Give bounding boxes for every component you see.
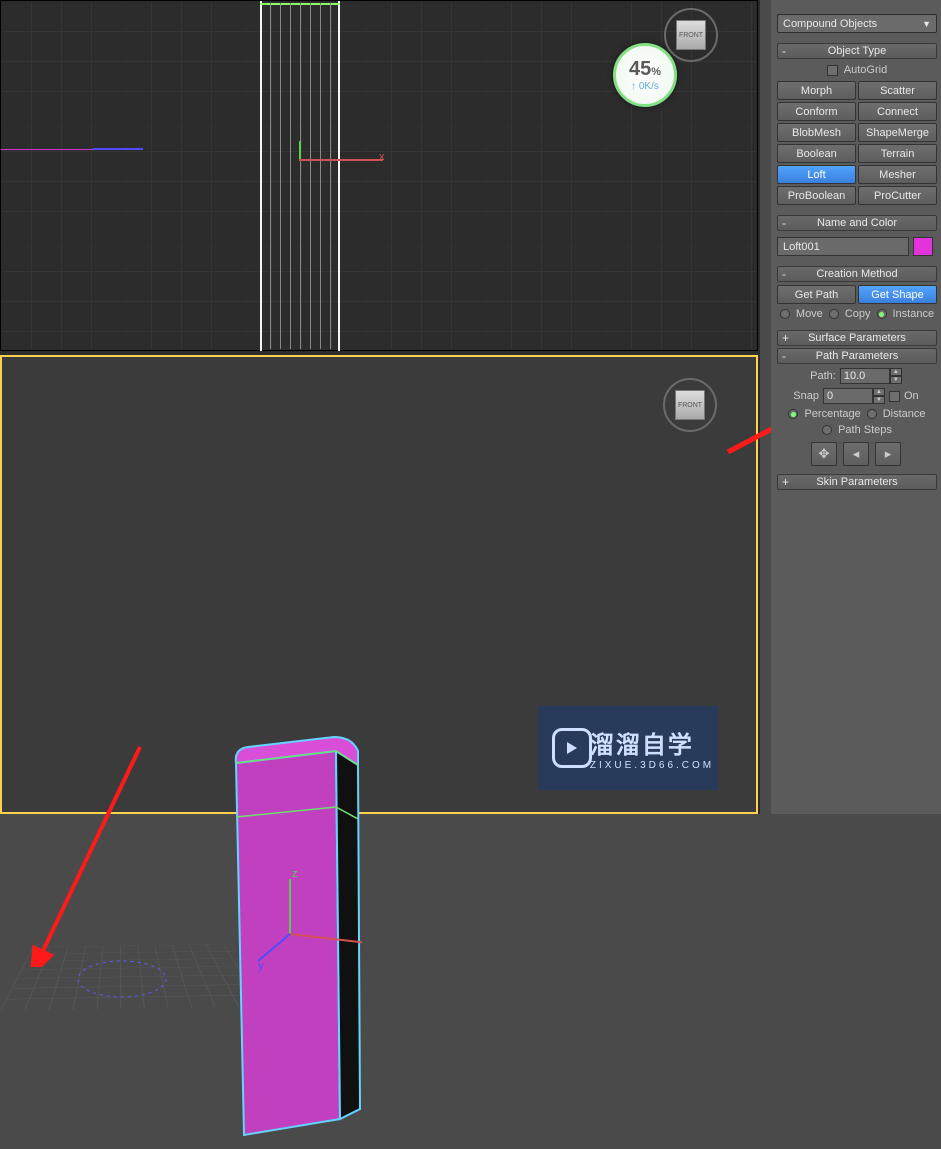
pick-shape-icon[interactable]: ✥ <box>811 442 837 466</box>
dropdown-value: Compound Objects <box>783 18 877 30</box>
play-icon <box>552 728 592 768</box>
procutter-button[interactable]: ProCutter <box>858 186 937 205</box>
copy-label: Copy <box>845 308 871 320</box>
move-label: Move <box>796 308 823 320</box>
path-steps-radio[interactable] <box>822 425 832 435</box>
mesher-button[interactable]: Mesher <box>858 165 937 184</box>
autogrid-label: AutoGrid <box>844 64 887 76</box>
command-panel: Compound Objects ▼ - Object Type AutoGri… <box>771 0 941 814</box>
collapse-icon: - <box>782 216 786 230</box>
annotation-arrow-1 <box>30 737 150 967</box>
path-value-input[interactable] <box>840 368 890 384</box>
get-path-button[interactable]: Get Path <box>777 285 856 304</box>
autogrid-checkbox[interactable] <box>827 65 838 76</box>
viewcube-persp[interactable]: FRONT <box>660 375 720 435</box>
proboolean-button[interactable]: ProBoolean <box>777 186 856 205</box>
prev-shape-icon[interactable]: ◂ <box>843 442 869 466</box>
svg-text:y: y <box>258 960 264 972</box>
object-name-input[interactable] <box>777 237 909 256</box>
object-color-swatch[interactable] <box>913 237 933 256</box>
rollout-creation-method[interactable]: - Creation Method <box>777 266 937 282</box>
viewport-area: x FRONT 45% ↑ 0K/s <box>0 0 760 814</box>
loft-button[interactable]: Loft <box>777 165 856 184</box>
morph-button[interactable]: Morph <box>777 81 856 100</box>
copy-radio[interactable] <box>829 309 839 319</box>
on-label: On <box>904 390 919 402</box>
loft-profile-top <box>260 1 340 351</box>
connect-button[interactable]: Connect <box>858 102 937 121</box>
star-shape <box>62 949 182 1009</box>
collapse-icon: - <box>782 267 786 281</box>
rollout-skin-params[interactable]: + Skin Parameters <box>777 474 937 490</box>
expand-icon: + <box>782 331 789 345</box>
blobmesh-button[interactable]: BlobMesh <box>777 123 856 142</box>
viewport-perspective[interactable]: x z y FRONT 溜溜自学 ZIXUE.3D66.COM <box>0 355 758 814</box>
snap-spinner-arrows[interactable]: ▲▼ <box>873 388 885 404</box>
rollout-surface-params[interactable]: + Surface Parameters <box>777 330 937 346</box>
object-type-buttons: MorphScatterConformConnectBlobMeshShapeM… <box>777 81 937 205</box>
path-label: Path: <box>810 370 836 382</box>
viewport-front[interactable]: x FRONT 45% ↑ 0K/s <box>0 0 758 351</box>
move-radio[interactable] <box>780 309 790 319</box>
chevron-down-icon: ▼ <box>922 19 931 29</box>
next-shape-icon[interactable]: ▸ <box>875 442 901 466</box>
collapse-icon: - <box>782 44 786 58</box>
viewcube-label: FRONT <box>679 32 703 39</box>
shapemerge-button[interactable]: ShapeMerge <box>858 123 937 142</box>
path-steps-label: Path Steps <box>838 424 892 436</box>
distance-label: Distance <box>883 408 926 420</box>
expand-icon: + <box>782 475 789 489</box>
loft-object[interactable]: x z y <box>228 729 362 1149</box>
percentage-label: Percentage <box>804 408 860 420</box>
rollout-title: Path Parameters <box>816 350 899 362</box>
snap-on-checkbox[interactable] <box>889 391 900 402</box>
distance-radio[interactable] <box>867 409 877 419</box>
rollout-title: Surface Parameters <box>808 332 906 344</box>
instance-label: Instance <box>893 308 935 320</box>
percentage-radio[interactable] <box>788 409 798 419</box>
watermark-title: 溜溜自学 <box>590 725 714 760</box>
get-shape-button[interactable]: Get Shape <box>858 285 937 304</box>
rollout-path-params[interactable]: - Path Parameters <box>777 348 937 364</box>
rollout-title: Name and Color <box>817 217 897 229</box>
category-dropdown[interactable]: Compound Objects ▼ <box>777 14 937 33</box>
watermark: 溜溜自学 ZIXUE.3D66.COM <box>538 706 718 790</box>
rollout-title: Object Type <box>828 45 887 57</box>
speed-badge: 45% ↑ 0K/s <box>613 43 677 107</box>
path-spinner-arrows[interactable]: ▲▼ <box>890 368 902 384</box>
rollout-name-color[interactable]: - Name and Color <box>777 215 937 231</box>
watermark-url: ZIXUE.3D66.COM <box>590 760 714 771</box>
conform-button[interactable]: Conform <box>777 102 856 121</box>
viewcube-label: FRONT <box>678 402 702 409</box>
rollout-object-type[interactable]: - Object Type <box>777 43 937 59</box>
rollout-title: Skin Parameters <box>816 476 897 488</box>
snap-value-input[interactable] <box>823 388 873 404</box>
collapse-icon: - <box>782 349 786 363</box>
terrain-button[interactable]: Terrain <box>858 144 937 163</box>
snap-label: Snap <box>793 390 819 402</box>
rollout-title: Creation Method <box>816 268 897 280</box>
svg-text:z: z <box>292 868 298 880</box>
instance-radio[interactable] <box>877 309 887 319</box>
boolean-button[interactable]: Boolean <box>777 144 856 163</box>
scatter-button[interactable]: Scatter <box>858 81 937 100</box>
